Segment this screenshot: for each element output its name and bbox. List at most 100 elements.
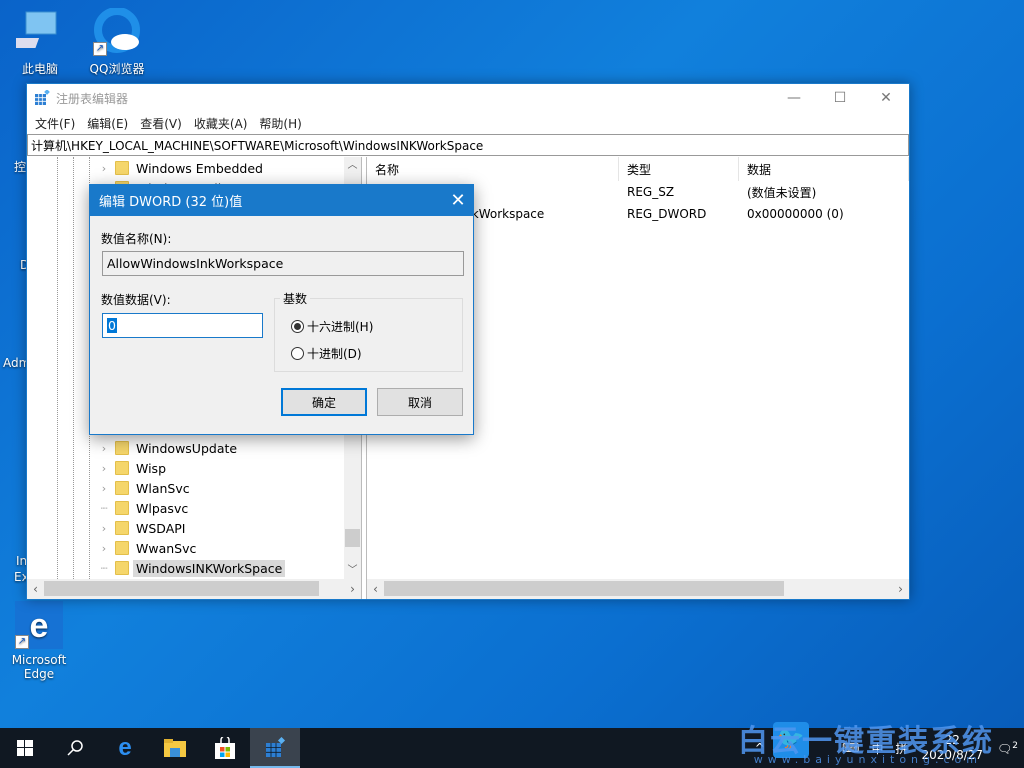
chevron-right-icon[interactable]: › [97,442,111,455]
desktop-icon-edge[interactable]: e ↗ Microsoft Edge [1,601,77,681]
window-title: 注册表编辑器 [56,91,129,106]
cancel-button[interactable]: 取消 [377,388,463,416]
scroll-right-icon[interactable]: › [892,579,909,599]
scroll-thumb[interactable] [384,581,784,596]
svg-text:e: e [30,607,49,645]
action-center-notifications-icon[interactable]: 🗨2 [991,741,1024,756]
start-button[interactable] [0,728,50,768]
clock[interactable]: 22 2020/8/27 [914,733,992,763]
tree-item[interactable]: › Windows Embedded [97,158,266,178]
tree-item[interactable]: › WSDAPI [97,518,188,538]
qq-browser-icon: ↗ [93,7,141,56]
touch-keyboard-icon[interactable]: ⌨ [836,741,865,755]
tree-item-label: Wisp [136,460,167,476]
menu-help[interactable]: 帮助(H) [253,115,307,132]
file-explorer-icon [164,739,186,757]
column-header-data[interactable]: 数据 [739,157,909,181]
scroll-left-icon[interactable]: ‹ [367,579,384,599]
search-button[interactable] [50,728,100,768]
scroll-left-icon[interactable]: ‹ [27,579,44,599]
radio-decimal[interactable]: 十进制(D) [291,345,362,362]
menu-view[interactable]: 查看(V) [134,115,188,132]
scroll-thumb[interactable] [345,529,360,547]
maximize-button[interactable]: ☐ [817,84,863,112]
scroll-down-icon[interactable]: ﹀ [344,562,361,579]
value-data-label: 数值数据(V): [101,293,171,307]
dialog-title-bar[interactable]: 编辑 DWORD (32 位)值 ✕ [90,185,473,216]
close-button[interactable]: ✕ [863,84,909,112]
tree-connector: ┈ [100,561,108,575]
edge-icon: e [118,734,132,761]
tree-item[interactable]: › Wisp [97,458,169,478]
chevron-right-icon[interactable]: › [97,462,111,475]
list-header: 名称 类型 数据 [367,157,909,181]
menu-file[interactable]: 文件(F) [29,115,81,132]
radio-hexadecimal[interactable]: 十六进制(H) [291,318,373,335]
radio-label: 十进制(D) [307,347,362,361]
scroll-right-icon[interactable]: › [344,579,361,599]
regedit-icon [34,89,50,106]
chevron-right-icon[interactable]: › [97,542,111,555]
scroll-thumb[interactable] [44,581,319,596]
address-bar[interactable]: 计算机\HKEY_LOCAL_MACHINE\SOFTWARE\Microsof… [27,134,909,156]
list-horizontal-scrollbar[interactable]: ‹ › [367,579,909,599]
tree-item[interactable]: › WwanSvc [97,538,199,558]
tree-item[interactable]: › WlanSvc [97,478,193,498]
value-data-input[interactable]: 0 [102,313,263,338]
dialog-title: 编辑 DWORD (32 位)值 [99,195,243,210]
base-label: 基数 [280,290,311,307]
tree-item-label: Wlpasvc [136,500,189,516]
menu-favorites[interactable]: 收藏夹(A) [188,115,254,132]
chevron-right-icon[interactable]: › [97,522,111,535]
taskbar: e ^ 🖧 ⌨ 中 拼 22 2020/8/27 🗨2 [0,728,1024,768]
tree-item[interactable]: ┈ Wlpasvc [97,498,191,518]
folder-icon [115,501,129,515]
computer-icon [7,8,64,56]
tree-item-label: WSDAPI [136,520,186,536]
tree-item-label: WlanSvc [136,480,190,496]
chevron-right-icon[interactable]: › [97,482,111,495]
windows-logo-icon [17,740,33,756]
edge-icon: e ↗ [15,601,63,649]
clock-date: 2020/8/27 [921,748,984,762]
tree-horizontal-scrollbar[interactable]: ‹ › [27,579,361,599]
tray-overflow-chevron-icon[interactable]: ^ [749,741,771,755]
desktop-icon-label: 此电脑 [21,62,58,76]
taskbar-regedit-button[interactable] [250,728,300,768]
chevron-right-icon[interactable]: › [97,162,111,175]
tree-item-label: WindowsUpdate [136,440,238,456]
search-icon [67,740,83,756]
column-header-type[interactable]: 类型 [619,157,739,181]
watermark-bird-icon: 🐦 [773,722,809,758]
ime-language-indicator[interactable]: 中 [865,740,889,757]
clock-time: 22 [944,733,960,747]
notification-count: 2 [1012,740,1018,751]
dialog-close-button[interactable]: ✕ [443,190,473,211]
tree-item-selected[interactable]: ┈ WindowsINKWorkSpace [97,558,286,578]
tree-item[interactable]: › WindowsUpdate [97,438,240,458]
taskbar-file-explorer-button[interactable] [150,728,200,768]
minimize-button[interactable]: — [771,84,817,112]
scroll-up-icon[interactable]: ︿ [344,157,361,174]
store-icon [215,737,235,759]
value-data-text: 0 [107,318,117,333]
desktop-icon-this-pc[interactable]: 此电脑 [2,8,78,77]
ok-button[interactable]: 确定 [281,388,367,416]
folder-icon [115,561,129,575]
taskbar-edge-button[interactable]: e [100,728,150,768]
value-type: REG_DWORD [627,207,707,221]
desktop-icon-qq-browser[interactable]: ↗ QQ浏览器 [79,7,155,77]
column-header-name[interactable]: 名称 [367,157,619,181]
menu-edit[interactable]: 编辑(E) [81,115,134,132]
tree-item-label: Windows Embedded [136,160,263,176]
value-data: 0x00000000 (0) [747,207,844,221]
folder-icon [115,481,129,495]
taskbar-store-button[interactable] [200,728,250,768]
shortcut-arrow-icon: ↗ [93,42,107,56]
value-name-field: AllowWindowsInkWorkspace [102,251,464,276]
ime-mode-indicator[interactable]: 拼 [889,740,913,757]
tree-guide-line [57,157,58,579]
folder-icon [115,161,129,175]
folder-icon [115,441,129,455]
title-bar[interactable]: 注册表编辑器 — ☐ ✕ [27,84,909,112]
